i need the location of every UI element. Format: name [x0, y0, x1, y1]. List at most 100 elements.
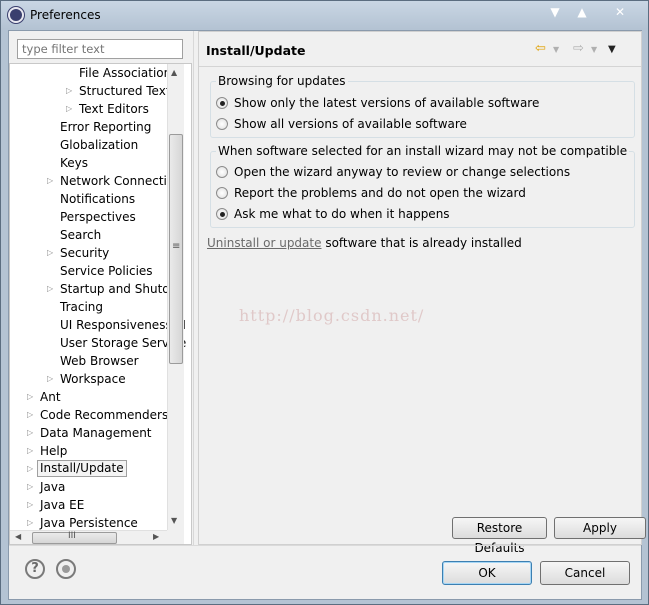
tree-item-label: File Associations [79, 66, 178, 80]
tree-item[interactable]: Service Policies [10, 262, 167, 280]
expand-arrow-icon[interactable]: ▷ [27, 442, 33, 460]
tree-item[interactable]: ▷ Structured Text E [10, 82, 182, 100]
browsing-updates-group: Browsing for updates Show only the lates… [210, 74, 635, 138]
tree-item[interactable]: UI Responsiveness M [10, 316, 186, 334]
tree-item-label: Java [40, 480, 66, 494]
ok-button[interactable]: OK [442, 561, 532, 585]
expand-arrow-icon[interactable]: ▷ [47, 244, 53, 262]
help-icon[interactable]: ? [25, 559, 45, 579]
tree-item[interactable]: Perspectives [10, 208, 167, 226]
restore-defaults-button[interactable]: Restore Defaults [452, 517, 547, 555]
tree-horizontal-scrollbar[interactable]: ◀ III ▶ [10, 530, 167, 544]
forward-dropdown-icon[interactable]: ▼ [591, 45, 597, 54]
tree-item-label: Service Policies [60, 264, 153, 278]
window-title: Preferences [30, 8, 101, 22]
title-separator [199, 66, 641, 67]
tree-item[interactable]: ▷ Java [10, 478, 167, 496]
expand-arrow-icon[interactable]: ▷ [27, 388, 33, 406]
footer-separator [9, 545, 641, 546]
tree-item[interactable]: ▷ Install/Update [10, 460, 167, 478]
tree-item-label: Text Editors [79, 102, 149, 116]
back-dropdown-icon[interactable]: ▼ [553, 45, 559, 54]
tree-item[interactable]: ▷ Data Management [10, 424, 167, 442]
radio-button-icon[interactable] [216, 118, 228, 130]
title-bar[interactable]: Preferences ▼ ▲ ✕ [1, 1, 648, 29]
forward-arrow-icon[interactable]: ⇨ [573, 41, 584, 56]
sash[interactable] [193, 31, 197, 545]
tree-item[interactable]: File Associations [10, 64, 177, 82]
preference-page: Install/Update ⇦ ▼ ⇨ ▼ ▼ Browsing for up… [198, 31, 646, 555]
expand-arrow-icon[interactable]: ▷ [66, 82, 72, 100]
tree-item-label: Search [60, 228, 102, 242]
tree-item[interactable]: Tracing [10, 298, 167, 316]
preferences-window: Preferences ▼ ▲ ✕ File Associations ▷Stru… [0, 0, 649, 605]
tree-item[interactable]: ▷ Startup and Shutdov [10, 280, 184, 298]
tree-item[interactable]: Web Browser [10, 352, 167, 370]
tree-hscroll-thumb[interactable]: III [32, 531, 117, 544]
expand-arrow-icon[interactable]: ▷ [47, 280, 53, 298]
tree-item[interactable]: Search [10, 226, 167, 244]
expand-arrow-icon[interactable]: ▷ [47, 172, 53, 190]
expand-arrow-icon[interactable]: ▷ [47, 370, 53, 388]
close-button[interactable]: ✕ [609, 5, 631, 19]
apply-button[interactable]: Apply [554, 517, 646, 539]
scroll-right-arrow-icon[interactable]: ▶ [153, 532, 159, 541]
page-title: Install/Update [206, 43, 306, 58]
tree-item-label: Help [40, 444, 68, 458]
vscroll-grip-icon: ≡ [172, 241, 181, 252]
tree-item-label: Notifications [60, 192, 136, 206]
tree-vscroll-thumb[interactable]: ≡ [169, 134, 183, 364]
filter-input[interactable] [17, 39, 183, 59]
scroll-down-arrow-icon[interactable]: ▼ [171, 516, 177, 525]
tree-item[interactable]: ▷ Text Editors [10, 100, 167, 118]
hscroll-grip-icon: III [68, 531, 76, 541]
scrollbar-corner [167, 530, 184, 544]
expand-arrow-icon[interactable]: ▷ [66, 100, 72, 118]
maximize-button[interactable]: ▲ [571, 5, 593, 19]
tree-item[interactable]: ▷ Ant [10, 388, 167, 406]
radio-button-icon[interactable] [216, 187, 228, 199]
expand-arrow-icon[interactable]: ▷ [27, 478, 33, 496]
tree-item[interactable]: Error Reporting [10, 118, 167, 136]
tree-item[interactable]: Keys [10, 154, 167, 172]
preference-tree: File Associations ▷ Structured Text E ▷ Text… [9, 63, 192, 545]
radio-label: Open the wizard anyway to review or chan… [234, 165, 571, 179]
tree-item[interactable]: Notifications [10, 190, 167, 208]
tree-item[interactable]: ▷ Code Recommenders [10, 406, 168, 424]
view-menu-icon[interactable]: ▼ [608, 44, 616, 55]
compatibility-group: When software selected for an install wi… [210, 144, 635, 228]
tree-item[interactable]: Globalization [10, 136, 167, 154]
dialog-body: File Associations▷Structured Text E▷Text… [8, 30, 646, 600]
tree-item-label: Install/Update [37, 460, 127, 477]
tree-item[interactable]: ▷ Network Connection [10, 172, 182, 190]
watermark: http://blog.csdn.net/ [239, 306, 425, 325]
record-icon[interactable] [56, 559, 76, 579]
back-arrow-icon[interactable]: ⇦ [535, 41, 546, 56]
minimize-button[interactable]: ▼ [544, 5, 566, 19]
expand-arrow-icon[interactable]: ▷ [27, 406, 33, 424]
tree-item-label: Security [60, 246, 110, 260]
scroll-left-arrow-icon[interactable]: ◀ [15, 532, 21, 541]
expand-arrow-icon[interactable]: ▷ [27, 424, 33, 442]
radio-button-icon[interactable] [216, 97, 228, 109]
tree-item[interactable]: ▷ Workspace [10, 370, 167, 388]
radio-button-icon[interactable] [216, 208, 228, 220]
tree-item[interactable]: User Storage Service [10, 334, 186, 352]
expand-arrow-icon[interactable]: ▷ [27, 496, 33, 514]
tree-vertical-scrollbar[interactable]: ▲ ≡ ▼ [167, 64, 184, 531]
eclipse-icon [8, 7, 24, 23]
uninstall-text: software that is already installed [321, 236, 522, 250]
tree-item-label: Tracing [60, 300, 104, 314]
radio-button-icon[interactable] [216, 166, 228, 178]
tree-item[interactable]: ▷ Security [10, 244, 167, 262]
uninstall-link[interactable]: Uninstall or update [207, 236, 322, 250]
tree-item-label: Ant [40, 390, 61, 404]
uninstall-line: Uninstall or update software that is alr… [207, 236, 522, 250]
expand-arrow-icon[interactable]: ▷ [27, 460, 33, 478]
tree-item[interactable]: ▷ Help [10, 442, 167, 460]
tree-item[interactable]: ▷ Java EE [10, 496, 167, 514]
cancel-button[interactable]: Cancel [540, 561, 630, 585]
scroll-up-arrow-icon[interactable]: ▲ [171, 68, 177, 77]
group-label: When software selected for an install wi… [216, 144, 630, 158]
radio-label: Report the problems and do not open the … [234, 186, 526, 200]
